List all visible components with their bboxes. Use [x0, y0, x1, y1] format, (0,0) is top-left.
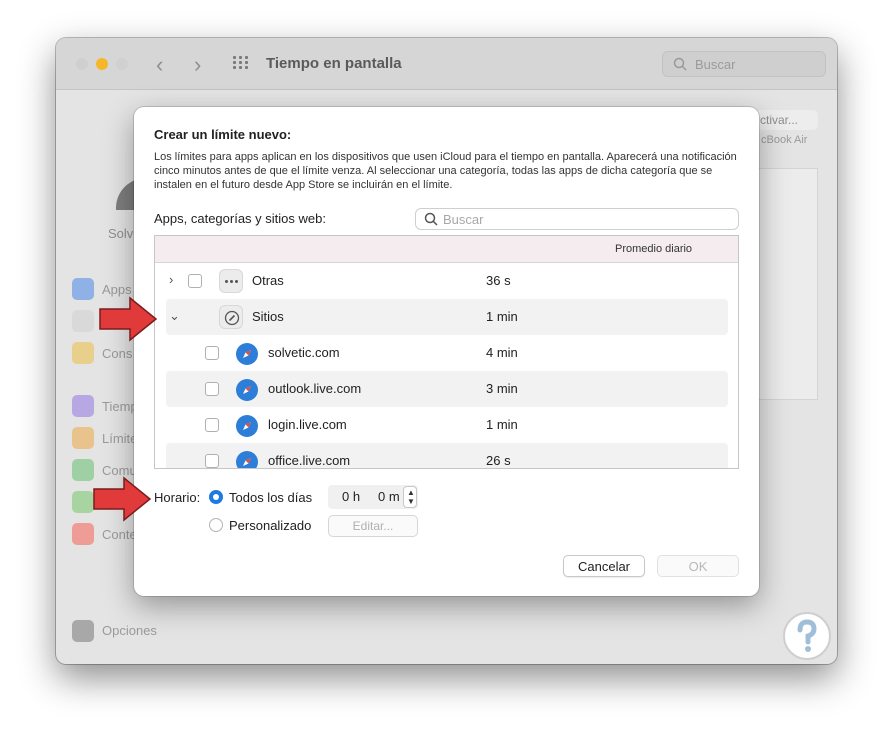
- device-caption: cBook Air: [761, 134, 808, 146]
- table-row-login[interactable]: login.live.com 1 min: [166, 407, 728, 443]
- table-row-outlook[interactable]: outlook.live.com 3 min: [166, 371, 728, 407]
- row-time: 1 min: [486, 417, 518, 432]
- row-time: 4 min: [486, 345, 518, 360]
- row-checkbox[interactable]: [205, 454, 219, 468]
- row-name: outlook.live.com: [268, 381, 362, 396]
- row-name: Sitios: [252, 309, 284, 324]
- row-checkbox[interactable]: [188, 274, 202, 288]
- row-checkbox[interactable]: [205, 418, 219, 432]
- row-time: 26 s: [486, 453, 511, 468]
- safari-icon: [236, 379, 258, 401]
- bell-icon: [72, 310, 94, 332]
- communication-icon: [72, 459, 94, 481]
- safari-icon: [236, 451, 258, 468]
- cancel-button[interactable]: Cancelar: [563, 555, 645, 577]
- row-name: Otras: [252, 273, 284, 288]
- row-time: 1 min: [486, 309, 518, 324]
- pickups-icon: [72, 342, 94, 364]
- back-chevron-icon[interactable]: ‹: [156, 52, 163, 78]
- table-row-sitios[interactable]: ⌄ Sitios 1 min: [166, 299, 728, 335]
- row-checkbox[interactable]: [205, 382, 219, 396]
- hours-value[interactable]: 0 h: [342, 489, 360, 504]
- window-search-field[interactable]: Buscar: [662, 51, 826, 77]
- dialog-search-input[interactable]: [443, 211, 723, 227]
- edit-schedule-button[interactable]: Editar...: [328, 515, 418, 537]
- stepper-down-icon[interactable]: ▼: [407, 498, 415, 506]
- hourglass-icon: [72, 427, 94, 449]
- row-name: login.live.com: [268, 417, 347, 432]
- options-icon: [72, 620, 94, 642]
- every-day-label[interactable]: Todos los días: [229, 490, 312, 505]
- minutes-value[interactable]: 0 m: [378, 489, 400, 504]
- window-search-placeholder: Buscar: [695, 57, 736, 72]
- compass-icon: [219, 305, 243, 329]
- list-label: Apps, categorías y sitios web:: [154, 211, 326, 226]
- expand-chevron-icon[interactable]: ›: [169, 272, 173, 287]
- table-row-office[interactable]: office.live.com 26 s: [166, 443, 728, 468]
- dialog-description: Los límites para apps aplican en los dis…: [154, 151, 737, 191]
- table-row-solvetic[interactable]: solvetic.com 4 min: [166, 335, 728, 371]
- apps-usage-icon: [72, 278, 94, 300]
- account-name: Solv: [108, 226, 134, 241]
- row-time: 36 s: [486, 273, 511, 288]
- schedule-label: Horario:: [154, 490, 201, 505]
- search-icon: [424, 212, 438, 226]
- custom-radio[interactable]: [209, 518, 223, 532]
- table-row-otras[interactable]: › Otras 36 s: [166, 263, 728, 299]
- dots-icon: [219, 269, 243, 293]
- stepper-up-icon[interactable]: ▲: [407, 489, 415, 497]
- activate-button[interactable]: ctivar...: [756, 110, 818, 130]
- red-arrow-icon: [99, 296, 158, 342]
- minimize-window-button[interactable]: [96, 58, 108, 70]
- row-name: solvetic.com: [268, 345, 340, 360]
- search-icon: [673, 57, 687, 71]
- row-name: office.live.com: [268, 453, 351, 468]
- dialog-title: Crear un límite nuevo:: [154, 127, 292, 142]
- forward-chevron-icon[interactable]: ›: [194, 52, 201, 78]
- column-header-daily-average[interactable]: Promedio diario: [615, 243, 692, 255]
- safari-icon: [236, 415, 258, 437]
- row-time: 3 min: [486, 381, 518, 396]
- every-day-radio[interactable]: [209, 490, 223, 504]
- close-window-button[interactable]: [76, 58, 88, 70]
- limits-panel: [756, 168, 818, 400]
- new-limit-dialog: Crear un límite nuevo: Los límites para …: [134, 107, 759, 596]
- table-header: Promedio diario: [155, 236, 738, 263]
- dialog-search-field[interactable]: [415, 208, 739, 230]
- ok-button[interactable]: OK: [657, 555, 739, 577]
- safari-icon: [236, 343, 258, 365]
- window-title: Tiempo en pantalla: [266, 55, 402, 72]
- collapse-chevron-icon[interactable]: ⌄: [169, 308, 180, 324]
- row-checkbox[interactable]: [205, 346, 219, 360]
- time-stepper[interactable]: ▲ ▼: [403, 486, 417, 508]
- apps-table: Promedio diario › Otras 36 s ⌄ Sitios 1 …: [154, 235, 739, 469]
- zoom-window-button[interactable]: [116, 58, 128, 70]
- red-arrow-icon: [93, 476, 152, 522]
- watermark-logo-icon: [783, 612, 831, 660]
- downtime-icon: [72, 395, 94, 417]
- title-bar: ‹ › Tiempo en pantalla Buscar: [56, 38, 837, 90]
- custom-label[interactable]: Personalizado: [229, 518, 311, 533]
- restriction-icon: [72, 523, 94, 545]
- show-all-grid-icon[interactable]: [233, 56, 251, 70]
- always-allowed-icon: [72, 491, 94, 513]
